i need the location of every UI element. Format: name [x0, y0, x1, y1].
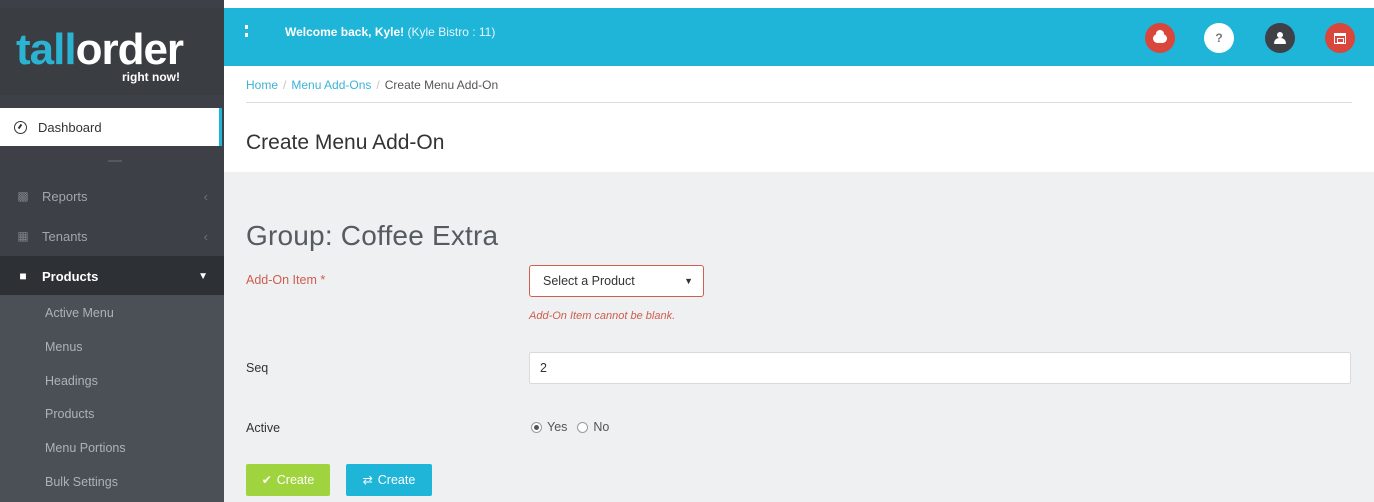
breadcrumb: Home / Menu Add-Ons / Create Menu Add-On — [246, 78, 499, 92]
bistro-info: (Kyle Bistro : 11) — [407, 25, 496, 39]
dashboard-icon — [14, 120, 27, 134]
products-submenu: Active Menu Menus Headings Products Menu… — [0, 295, 224, 502]
sidebar-item-dashboard[interactable]: Dashboard — [0, 108, 222, 146]
breadcrumb-current: Create Menu Add-On — [384, 78, 499, 92]
create-button[interactable]: ✔ Create — [246, 464, 330, 496]
submenu-item-menu-portions[interactable]: Menu Portions — [45, 441, 126, 455]
bar-chart-icon: ▩ — [17, 189, 29, 203]
chevron-left-icon: ‹ — [203, 188, 208, 204]
caret-down-icon: ▼ — [684, 276, 693, 286]
sidebar-item-label: Tenants — [42, 228, 88, 244]
menu-toggle-icon[interactable] — [245, 25, 248, 37]
logo-word-part1: tall — [16, 25, 77, 74]
page-title: Create Menu Add-On — [246, 131, 445, 154]
submenu-item-bulk-settings[interactable]: Bulk Settings — [45, 475, 118, 489]
divider — [246, 102, 1352, 103]
logo-tagline: right now! — [122, 70, 180, 84]
addon-item-label: Add-On Item * — [246, 273, 326, 287]
sidebar-divider — [108, 160, 122, 162]
sidebar-item-label: Reports — [42, 188, 88, 204]
active-radio-group: Yes No — [531, 420, 619, 434]
top-bar: Welcome back, Kyle! (Kyle Bistro : 11) ? — [224, 8, 1374, 66]
sidebar-item-label: Products — [42, 268, 99, 284]
seq-input[interactable]: 2 — [529, 352, 1351, 384]
radio-no[interactable] — [577, 421, 589, 433]
active-label: Active — [246, 421, 281, 435]
checkmark-icon: ✔ — [261, 473, 272, 487]
required-marker: * — [320, 273, 326, 287]
building-icon: ▦ — [17, 229, 29, 243]
sidebar-item-products[interactable]: ■ Products ▼ — [0, 256, 224, 296]
submenu-item-menus[interactable]: Menus — [45, 340, 83, 354]
submenu-item-headings[interactable]: Headings — [45, 374, 98, 388]
chevron-down-icon: ▼ — [198, 270, 208, 282]
addon-item-select[interactable]: Select a Product ▼ — [529, 265, 704, 297]
help-icon[interactable]: ? — [1204, 23, 1234, 53]
addon-item-error: Add-On Item cannot be blank. — [529, 310, 676, 322]
active-yes-option[interactable]: Yes — [531, 420, 567, 434]
bag-icon: ■ — [19, 269, 27, 283]
sidebar-item-tenants[interactable]: ▦ Tenants ‹ — [0, 216, 224, 256]
radio-yes[interactable] — [531, 421, 542, 433]
sidebar: tallorder right now! Dashboard ▩ Reports… — [0, 0, 224, 502]
retweet-icon: ⇄ — [362, 473, 373, 487]
submenu-item-active-menu[interactable]: Active Menu — [45, 306, 114, 320]
store-icon[interactable] — [1325, 23, 1355, 53]
logo[interactable]: tallorder right now! — [0, 8, 224, 95]
breadcrumb-home[interactable]: Home — [246, 78, 278, 92]
sidebar-item-label: Dashboard — [38, 119, 102, 135]
logo-word-part2: order — [75, 25, 184, 74]
breadcrumb-menu-addons[interactable]: Menu Add-Ons — [291, 78, 371, 92]
submenu-item-products[interactable]: Products — [45, 407, 94, 421]
chevron-left-icon: ‹ — [203, 228, 208, 244]
welcome-message: Welcome back, Kyle! (Kyle Bistro : 11) — [285, 25, 496, 39]
cloud-upload-icon[interactable] — [1145, 23, 1175, 53]
group-title: Group: Coffee Extra — [246, 220, 499, 251]
user-icon[interactable] — [1265, 23, 1295, 53]
create-and-new-button[interactable]: ⇄ Create — [346, 464, 432, 496]
active-no-option[interactable]: No — [577, 420, 609, 434]
sidebar-item-reports[interactable]: ▩ Reports ‹ — [0, 176, 224, 216]
seq-label: Seq — [246, 361, 269, 375]
